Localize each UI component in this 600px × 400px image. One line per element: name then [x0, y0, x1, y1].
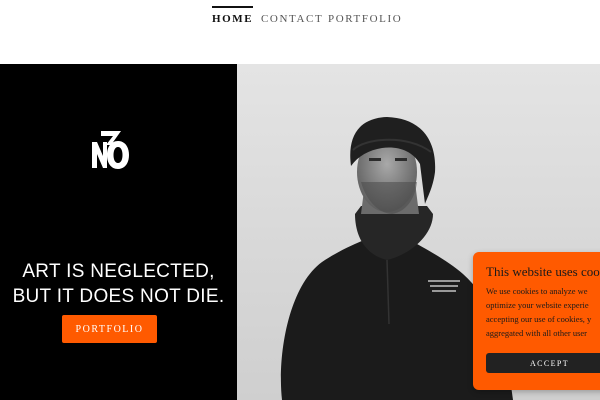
- cookie-message-line-3: accepting our use of cookies, y: [486, 314, 592, 324]
- cookie-banner-title: This website uses cook: [486, 264, 600, 279]
- cookie-message-line-1: We use cookies to analyze we: [486, 286, 588, 296]
- nav-portfolio-label: PORTFOLIO: [328, 13, 403, 25]
- cookie-message-line-2: optimize your website experie: [486, 300, 589, 310]
- portfolio-cta-button[interactable]: PORTFOLIO: [62, 315, 157, 343]
- top-navigation: HOME CONTACT PORTFOLIO: [0, 0, 600, 64]
- cookie-message-line-4: aggregated with all other user: [486, 328, 588, 338]
- cookie-banner-message: We use cookies to analyze we optimize yo…: [486, 284, 600, 340]
- active-nav-underline: [212, 6, 254, 8]
- cookie-consent-banner: This website uses cook We use cookies to…: [473, 252, 600, 390]
- cookie-accept-button[interactable]: ACCEPT: [486, 353, 600, 373]
- brand-logo-icon: [92, 131, 129, 169]
- hero-text-panel: [0, 64, 237, 400]
- nav-contact-link[interactable]: CONTACT: [261, 12, 323, 26]
- nav-home-link[interactable]: HOME: [212, 6, 254, 26]
- hero-headline-line-1: ART IS NEGLECTED,: [22, 261, 215, 282]
- nav-home-label: HOME: [212, 13, 254, 25]
- nav-portfolio-link[interactable]: PORTFOLIO: [328, 12, 402, 26]
- nav-contact-label: CONTACT: [261, 13, 324, 25]
- hero-headline-line-2: BUT IT DOES NOT DIE.: [12, 286, 225, 307]
